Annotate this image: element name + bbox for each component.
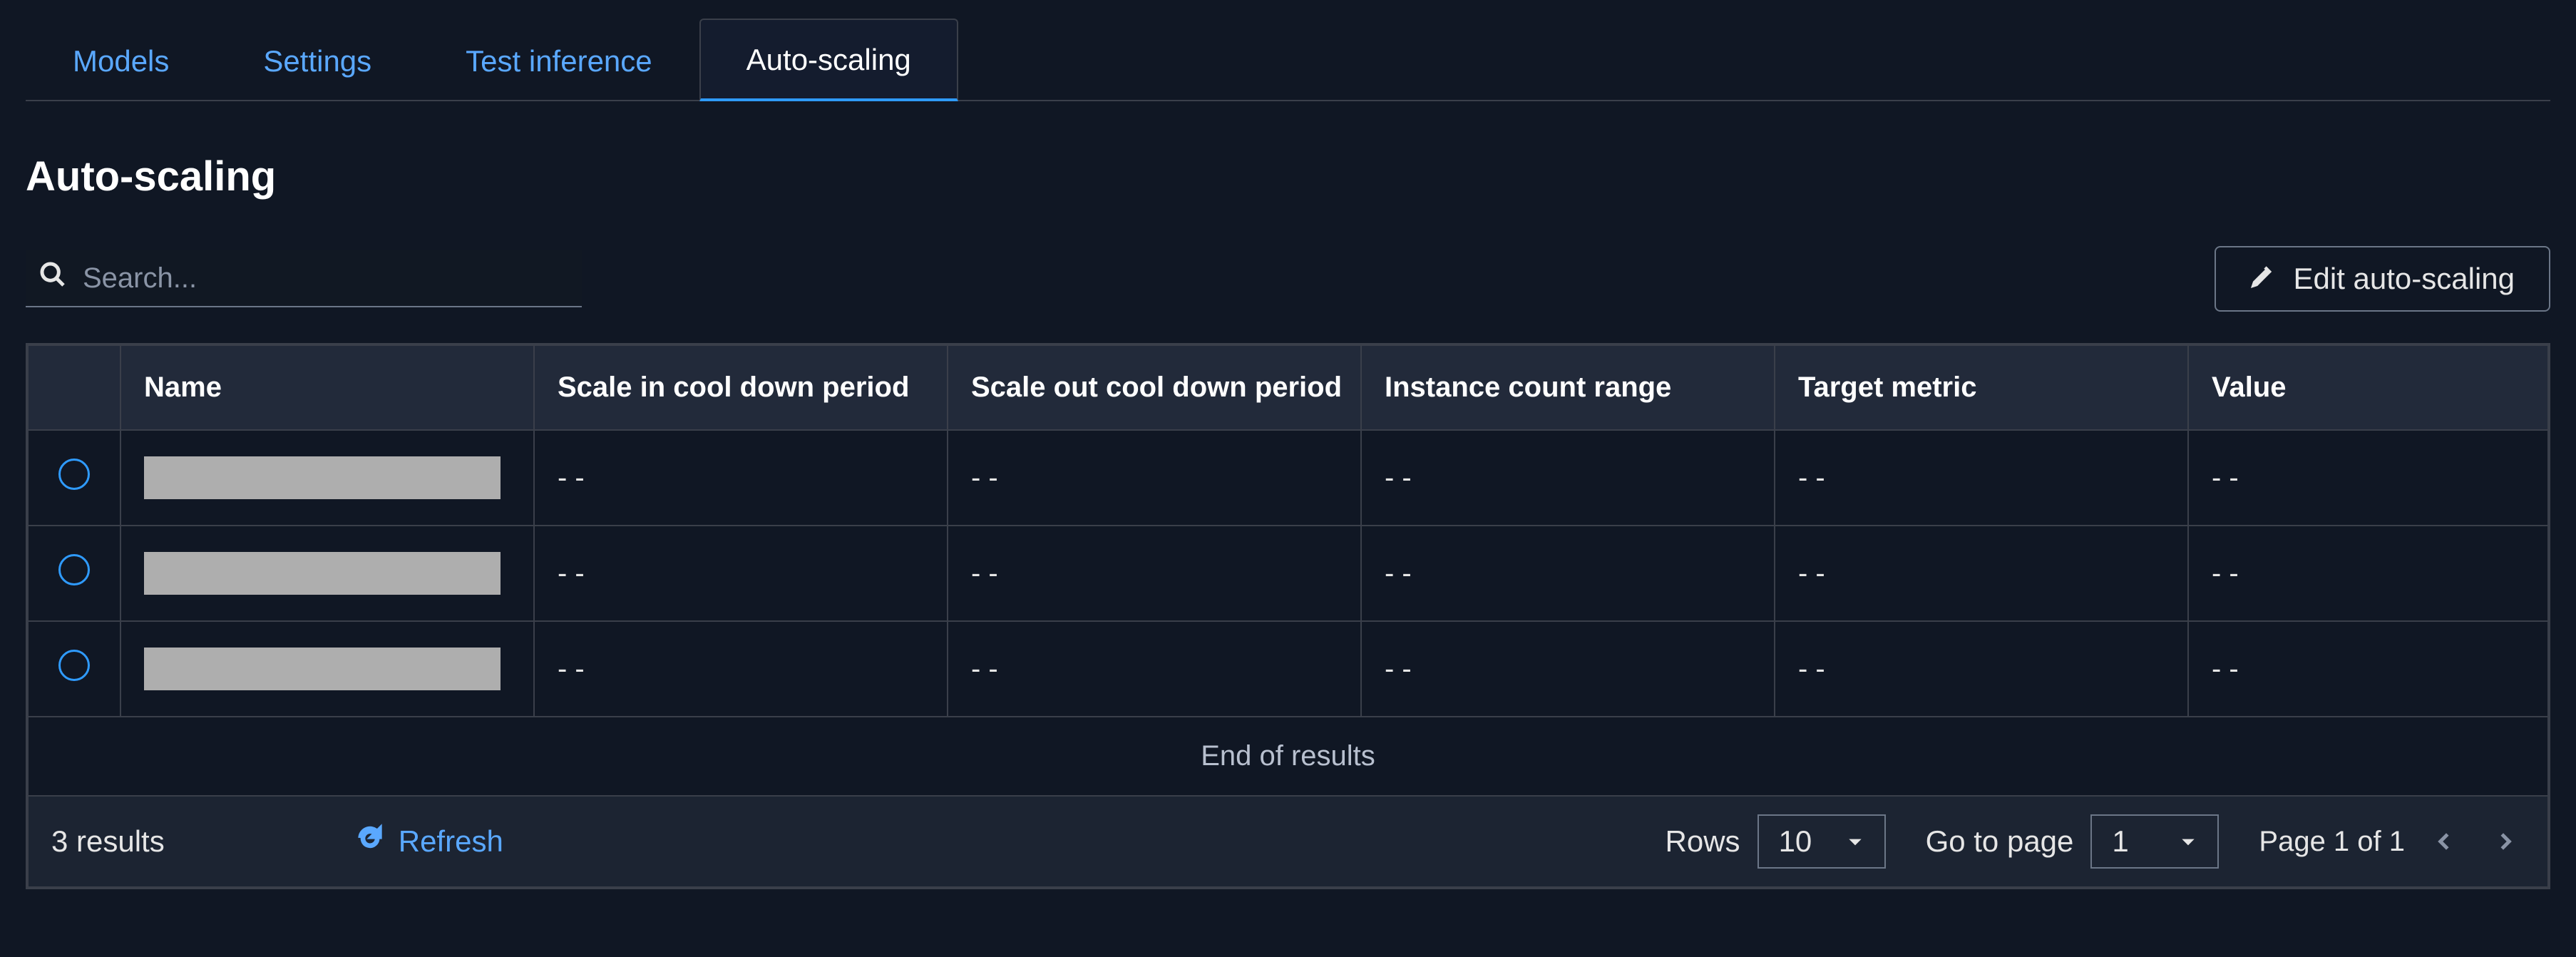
cell-value: - -: [2188, 526, 2548, 621]
refresh-icon: [356, 824, 384, 859]
column-header-value[interactable]: Value: [2188, 345, 2548, 430]
table-footer: 3 results Refresh Rows: [28, 796, 2548, 887]
next-page-button[interactable]: [2485, 822, 2525, 861]
redacted-name: [144, 552, 501, 595]
cell-instance-range: - -: [1361, 526, 1775, 621]
cell-scale-out: - -: [948, 621, 1361, 717]
prev-page-button[interactable]: [2425, 822, 2465, 861]
page-title: Auto-scaling: [26, 153, 2550, 200]
table-row[interactable]: - - - - - - - - - -: [28, 526, 2548, 621]
cell-target-metric: - -: [1775, 621, 2188, 717]
go-to-page-control: Go to page 1: [1926, 814, 2220, 869]
tab-models[interactable]: Models: [26, 20, 216, 101]
column-header-select: [28, 345, 120, 430]
column-header-instance-range[interactable]: Instance count range: [1361, 345, 1775, 430]
search-icon: [39, 260, 67, 296]
cell-scale-out: - -: [948, 526, 1361, 621]
caret-down-icon: [2179, 824, 2197, 859]
cell-value: - -: [2188, 430, 2548, 526]
rows-label: Rows: [1666, 824, 1740, 859]
edit-auto-scaling-button[interactable]: Edit auto-scaling: [2215, 246, 2550, 312]
cell-target-metric: - -: [1775, 526, 2188, 621]
column-header-name[interactable]: Name: [120, 345, 534, 430]
page-navigation: Page 1 of 1: [2259, 822, 2525, 861]
rows-per-page-control: Rows 10: [1666, 814, 1886, 869]
toolbar: Edit auto-scaling: [26, 246, 2550, 312]
cell-scale-in: - -: [534, 430, 948, 526]
cell-target-metric: - -: [1775, 430, 2188, 526]
row-radio[interactable]: [58, 459, 90, 490]
row-radio[interactable]: [58, 554, 90, 585]
cell-name: [120, 621, 534, 717]
table-row[interactable]: - - - - - - - - - -: [28, 430, 2548, 526]
redacted-name: [144, 456, 501, 499]
go-to-page-value: 1: [2112, 824, 2128, 859]
pencil-icon: [2250, 262, 2276, 296]
caret-down-icon: [1846, 824, 1864, 859]
cell-scale-out: - -: [948, 430, 1361, 526]
cell-name: [120, 430, 534, 526]
row-radio[interactable]: [58, 650, 90, 681]
edit-button-label: Edit auto-scaling: [2293, 262, 2515, 296]
go-to-page-select[interactable]: 1: [2090, 814, 2219, 869]
search-field-wrapper[interactable]: [26, 250, 582, 307]
end-of-results-row: End of results: [28, 717, 2548, 796]
cell-scale-in: - -: [534, 526, 948, 621]
tabs-bar: Models Settings Test inference Auto-scal…: [26, 0, 2550, 101]
cell-instance-range: - -: [1361, 430, 1775, 526]
tab-test-inference[interactable]: Test inference: [419, 20, 699, 101]
table-row[interactable]: - - - - - - - - - -: [28, 621, 2548, 717]
go-to-page-label: Go to page: [1926, 824, 2074, 859]
column-header-scale-out[interactable]: Scale out cool down period: [948, 345, 1361, 430]
results-count: 3 results: [51, 824, 165, 859]
refresh-label: Refresh: [399, 824, 503, 859]
cell-name: [120, 526, 534, 621]
cell-scale-in: - -: [534, 621, 948, 717]
cell-instance-range: - -: [1361, 621, 1775, 717]
rows-per-page-select[interactable]: 10: [1757, 814, 1886, 869]
tab-settings[interactable]: Settings: [216, 20, 419, 101]
end-of-results-label: End of results: [28, 717, 2548, 796]
tab-auto-scaling[interactable]: Auto-scaling: [699, 19, 958, 101]
refresh-button[interactable]: Refresh: [330, 814, 529, 869]
cell-value: - -: [2188, 621, 2548, 717]
column-header-scale-in[interactable]: Scale in cool down period: [534, 345, 948, 430]
rows-value: 10: [1779, 824, 1812, 859]
column-header-target-metric[interactable]: Target metric: [1775, 345, 2188, 430]
search-input[interactable]: [83, 262, 569, 295]
page-indicator: Page 1 of 1: [2259, 826, 2405, 858]
redacted-name: [144, 648, 501, 690]
auto-scaling-table: Name Scale in cool down period Scale out…: [26, 343, 2550, 889]
